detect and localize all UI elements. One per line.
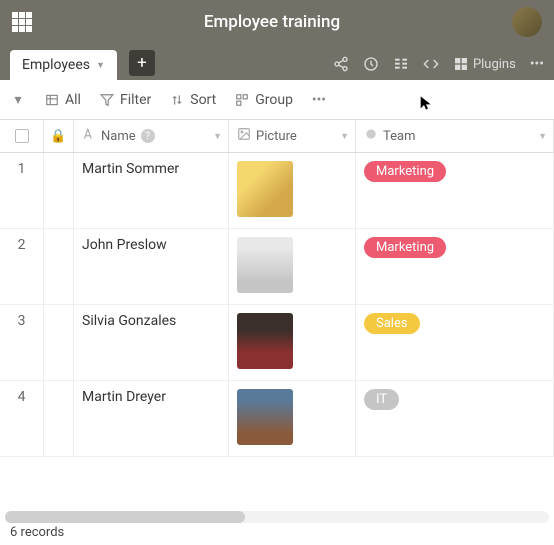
table-row[interactable]: 2 John Preslow Marketing: [0, 229, 554, 305]
row-index: 3: [0, 305, 44, 380]
record-count: 6 records: [10, 525, 64, 540]
group-button[interactable]: Group: [234, 92, 293, 108]
cell-picture[interactable]: [229, 381, 356, 456]
cell-picture[interactable]: [229, 153, 356, 228]
text-icon: [82, 127, 96, 145]
column-header-picture[interactable]: Picture ▼: [229, 120, 356, 152]
plugins-button[interactable]: Plugins: [453, 56, 516, 72]
chevron-down-icon[interactable]: ▼: [96, 60, 105, 71]
page-title: Employee training: [32, 12, 512, 32]
filter-icon: [99, 92, 115, 108]
sort-icon: [169, 92, 185, 108]
row-lock: [44, 153, 74, 228]
more-icon[interactable]: •••: [530, 56, 544, 72]
column-header-team[interactable]: Team ▼: [356, 120, 554, 152]
team-tag[interactable]: Marketing: [364, 237, 446, 258]
chevron-down-icon[interactable]: ▼: [538, 131, 547, 142]
row-index: 1: [0, 153, 44, 228]
tab-employees[interactable]: Employees ▼: [10, 50, 117, 80]
chevron-down-icon[interactable]: ▾: [10, 92, 26, 108]
settings-icon[interactable]: [393, 56, 409, 72]
team-tag[interactable]: IT: [364, 389, 399, 410]
column-lock: 🔒: [44, 120, 74, 152]
cell-name[interactable]: Martin Dreyer: [74, 381, 229, 456]
more-icon[interactable]: •••: [311, 92, 327, 108]
employee-photo[interactable]: [237, 237, 293, 293]
group-icon: [234, 92, 250, 108]
team-tag[interactable]: Marketing: [364, 161, 446, 182]
row-lock: [44, 229, 74, 304]
row-lock: [44, 381, 74, 456]
cell-team[interactable]: Sales: [356, 305, 554, 380]
tab-label: Employees: [22, 57, 90, 73]
view-all-button[interactable]: All: [44, 92, 81, 108]
cell-name[interactable]: Martin Sommer: [74, 153, 229, 228]
add-tab-button[interactable]: +: [129, 50, 155, 76]
team-tag[interactable]: Sales: [364, 313, 420, 334]
filter-button[interactable]: Filter: [99, 92, 151, 108]
chevron-down-icon[interactable]: ▼: [213, 131, 222, 142]
cell-team[interactable]: Marketing: [356, 229, 554, 304]
help-icon[interactable]: ?: [141, 129, 155, 143]
app-menu-icon[interactable]: [12, 12, 32, 32]
row-index: 2: [0, 229, 44, 304]
row-lock: [44, 305, 74, 380]
table-icon: [44, 92, 60, 108]
lock-icon: 🔒: [50, 129, 66, 144]
plugins-label: Plugins: [473, 57, 516, 72]
employee-photo[interactable]: [237, 389, 293, 445]
cell-name[interactable]: John Preslow: [74, 229, 229, 304]
column-header-name[interactable]: Name ? ▼: [74, 120, 229, 152]
tag-icon: [364, 127, 378, 145]
share-icon[interactable]: [333, 56, 349, 72]
code-icon[interactable]: [423, 56, 439, 72]
sort-button[interactable]: Sort: [169, 92, 216, 108]
select-all-checkbox[interactable]: [15, 129, 29, 143]
image-icon: [237, 127, 251, 145]
employee-photo[interactable]: [237, 161, 293, 217]
employee-photo[interactable]: [237, 313, 293, 369]
table-row[interactable]: 3 Silvia Gonzales Sales: [0, 305, 554, 381]
scrollbar-thumb[interactable]: [5, 511, 245, 523]
horizontal-scrollbar[interactable]: [5, 511, 549, 523]
user-avatar[interactable]: [512, 7, 542, 37]
table-row[interactable]: 4 Martin Dreyer IT: [0, 381, 554, 457]
cell-picture[interactable]: [229, 305, 356, 380]
table-row[interactable]: 1 Martin Sommer Marketing: [0, 153, 554, 229]
cell-team[interactable]: IT: [356, 381, 554, 456]
history-icon[interactable]: [363, 56, 379, 72]
column-checkbox: [0, 120, 44, 152]
cell-picture[interactable]: [229, 229, 356, 304]
cell-team[interactable]: Marketing: [356, 153, 554, 228]
cell-name[interactable]: Silvia Gonzales: [74, 305, 229, 380]
row-index: 4: [0, 381, 44, 456]
chevron-down-icon[interactable]: ▼: [340, 131, 349, 142]
